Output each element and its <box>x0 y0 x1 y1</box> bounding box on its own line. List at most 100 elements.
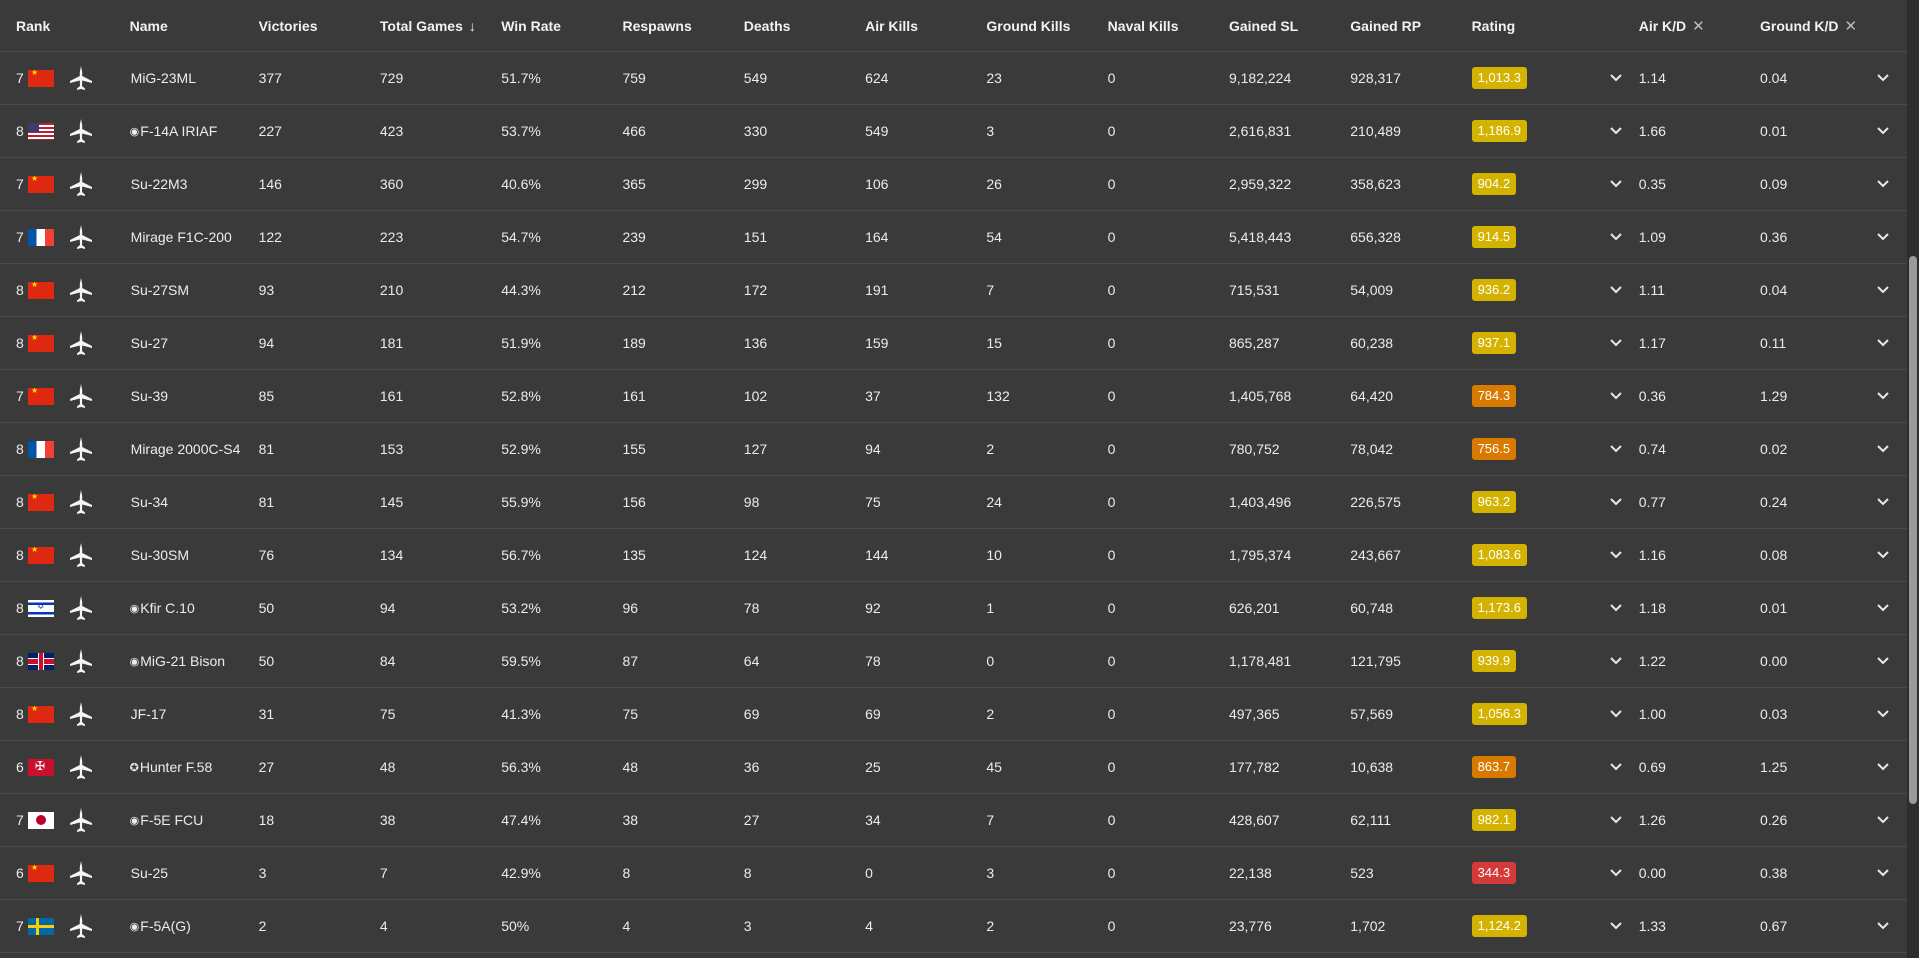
vehicle-name[interactable]: ◉ F-5A(G) <box>130 918 259 934</box>
chevron-down-icon[interactable] <box>1859 710 1907 718</box>
gained-sl-cell: 22,138 <box>1228 865 1272 881</box>
table-row[interactable]: 8 ◉ MiG-21 Bison 50 84 59.5% 87 64 78 0 0 1,178,481… <box>0 635 1907 688</box>
table-row[interactable]: 7 MiG-23ML 377 729 51.7% 759 549 624 23 0 9,182,22… <box>0 52 1907 105</box>
chevron-down-icon[interactable] <box>1593 339 1639 347</box>
chevron-down-icon[interactable] <box>1859 445 1907 453</box>
scrollbar-thumb[interactable] <box>1909 256 1917 804</box>
table-row[interactable]: 8 Mirage 2000C-S4 81 153 52.9% 155 127 94 2 0 780,… <box>0 423 1907 476</box>
table-row[interactable]: 8 Su-30SM 76 134 56.7% 135 124 144 10 0 1,795,374 2… <box>0 529 1907 582</box>
chevron-down-icon[interactable] <box>1859 392 1907 400</box>
header-ground-kd-label: Ground K/D <box>1760 17 1839 34</box>
rank-cell: 8 <box>0 542 130 568</box>
vehicle-name-label: Mirage F1C-200 <box>130 229 232 245</box>
table-row[interactable]: 8 JF-17 31 75 41.3% 75 69 69 2 0 497,365 57,569 1,05… <box>0 688 1907 741</box>
header-win-rate[interactable]: Win Rate <box>501 18 622 34</box>
chevron-down-icon[interactable] <box>1593 445 1639 453</box>
chevron-down-icon[interactable] <box>1859 498 1907 506</box>
header-air-kills[interactable]: Air Kills <box>865 18 986 34</box>
header-naval-kills[interactable]: Naval Kills <box>1108 18 1229 34</box>
chevron-down-icon[interactable] <box>1859 339 1907 347</box>
table-row[interactable]: 8◉Kfir C.10509453.2%96789210626,20160,74… <box>0 582 1907 635</box>
arrow-down-icon[interactable]: ↓ <box>469 18 476 34</box>
chevron-down-icon[interactable] <box>1593 74 1639 82</box>
vehicle-name[interactable]: ◉ Kfir C.10 <box>130 600 259 616</box>
header-rank[interactable]: Rank <box>0 18 130 34</box>
close-icon[interactable]: ✕ <box>1845 18 1858 35</box>
vehicle-name[interactable]: Mirage 2000C-S4 <box>130 441 259 457</box>
header-name[interactable]: Name <box>130 18 259 34</box>
vehicle-name[interactable]: MiG-23ML <box>130 70 259 86</box>
vehicle-name[interactable]: ◉ F-5E FCU <box>130 812 259 828</box>
table-row[interactable]: 6 Su-25 3 7 42.9% 8 8 0 3 0 22,138 523 344.3 0.00 0.38 <box>0 847 1907 900</box>
victories-cell: 31 <box>258 706 275 722</box>
table-row[interactable]: 8 Su-27SM 93 210 44.3% 212 172 191 7 0 715,531 54,0… <box>0 264 1907 317</box>
vehicle-name[interactable]: Su-39 <box>130 388 259 404</box>
chevron-down-icon[interactable] <box>1859 816 1907 824</box>
chevron-down-icon[interactable] <box>1593 869 1639 877</box>
chevron-down-icon[interactable] <box>1859 551 1907 559</box>
plane-icon <box>68 807 94 833</box>
header-respawns[interactable]: Respawns <box>622 18 743 34</box>
chevron-down-icon[interactable] <box>1859 922 1907 930</box>
chevron-down-icon[interactable] <box>1593 604 1639 612</box>
vehicle-name[interactable]: ◉ F-14A IRIAF <box>130 123 259 139</box>
chevron-down-icon[interactable] <box>1593 180 1639 188</box>
table-row[interactable]: 7 ◉ F-5A(G) 2 4 50% 4 3 4 2 0 23,776 1,702 1,124.2 1.3… <box>0 900 1907 953</box>
total-games-cell: 134 <box>379 547 404 563</box>
vehicle-name[interactable]: ✪ Hunter F.58 <box>130 759 259 775</box>
table-row[interactable]: 6✪Hunter F.58274856.3%483625450177,78210… <box>0 741 1907 794</box>
table-row[interactable]: 7 Su-22M3 146 360 40.6% 365 299 106 26 0 2,959,322… <box>0 158 1907 211</box>
chevron-down-icon[interactable] <box>1859 869 1907 877</box>
chevron-down-icon[interactable] <box>1593 233 1639 241</box>
header-gained-rp[interactable]: Gained RP <box>1350 18 1471 34</box>
chevron-down-icon[interactable] <box>1593 657 1639 665</box>
header-deaths[interactable]: Deaths <box>744 18 865 34</box>
chevron-down-icon[interactable] <box>1593 392 1639 400</box>
chevron-down-icon[interactable] <box>1593 286 1639 294</box>
chevron-down-icon[interactable] <box>1593 763 1639 771</box>
table-row[interactable]: 7 Mirage F1C-200 122 223 54.7% 239 151 164 54 0 5,… <box>0 211 1907 264</box>
chevron-down-icon[interactable] <box>1859 74 1907 82</box>
vehicle-name-label: Su-27SM <box>130 282 190 298</box>
header-total-games[interactable]: Total Games ↓ <box>380 18 501 34</box>
chevron-down-icon[interactable] <box>1593 710 1639 718</box>
vehicle-name[interactable]: Su-22M3 <box>130 176 259 192</box>
gained-rp-cell: 64,420 <box>1350 388 1394 404</box>
table-row[interactable]: 7 Su-39 85 161 52.8% 161 102 37 132 0 1,405,768 64,… <box>0 370 1907 423</box>
chevron-down-icon[interactable] <box>1593 922 1639 930</box>
vertical-scrollbar[interactable] <box>1907 0 1919 958</box>
vehicle-name[interactable]: Su-30SM <box>130 547 259 563</box>
header-gained-sl[interactable]: Gained SL <box>1229 18 1350 34</box>
vehicle-name[interactable]: Su-25 <box>130 865 259 881</box>
table-row[interactable]: 7 ◉ F-5E FCU 18 38 47.4% 38 27 34 7 0 428,607 62,111… <box>0 794 1907 847</box>
chevron-down-icon[interactable] <box>1593 551 1639 559</box>
rating-cell: 1,056.3 <box>1471 703 1593 725</box>
header-victories[interactable]: Victories <box>259 18 380 34</box>
table-row[interactable]: 8 Su-27 94 181 51.9% 189 136 159 15 0 865,287 60,23… <box>0 317 1907 370</box>
chevron-down-icon[interactable] <box>1593 816 1639 824</box>
chevron-down-icon[interactable] <box>1859 286 1907 294</box>
header-rating[interactable]: Rating <box>1472 18 1593 34</box>
chevron-down-icon[interactable] <box>1593 127 1639 135</box>
vehicle-name[interactable]: Su-27SM <box>130 282 259 298</box>
chevron-down-icon[interactable] <box>1593 498 1639 506</box>
chevron-down-icon[interactable] <box>1859 180 1907 188</box>
vehicle-name[interactable]: ◉ MiG-21 Bison <box>130 653 259 669</box>
vehicle-name[interactable]: Su-34 <box>130 494 259 510</box>
chevron-down-icon[interactable] <box>1859 233 1907 241</box>
air-kd-cell: 1.11 <box>1638 282 1665 298</box>
table-row[interactable]: 8 ◉ F-14A IRIAF 227 423 53.7% 466 330 549 3 0 2,616… <box>0 105 1907 158</box>
chevron-down-icon[interactable] <box>1859 763 1907 771</box>
chevron-down-icon[interactable] <box>1859 604 1907 612</box>
table-row[interactable]: 8 Su-34 81 145 55.9% 156 98 75 24 0 1,403,496 226,5… <box>0 476 1907 529</box>
vehicle-name[interactable]: Su-27 <box>130 335 259 351</box>
close-icon[interactable]: ✕ <box>1692 18 1705 35</box>
header-ground-kills[interactable]: Ground Kills <box>986 18 1107 34</box>
chevron-down-icon[interactable] <box>1859 657 1907 665</box>
header-ground-kd[interactable]: Ground K/D ✕ <box>1760 17 1859 35</box>
chevron-down-icon[interactable] <box>1859 127 1907 135</box>
ground-kd-cell: 0.38 <box>1760 865 1788 881</box>
header-air-kd[interactable]: Air K/D ✕ <box>1639 17 1760 35</box>
vehicle-name[interactable]: JF-17 <box>130 706 259 722</box>
vehicle-name[interactable]: Mirage F1C-200 <box>130 229 259 245</box>
